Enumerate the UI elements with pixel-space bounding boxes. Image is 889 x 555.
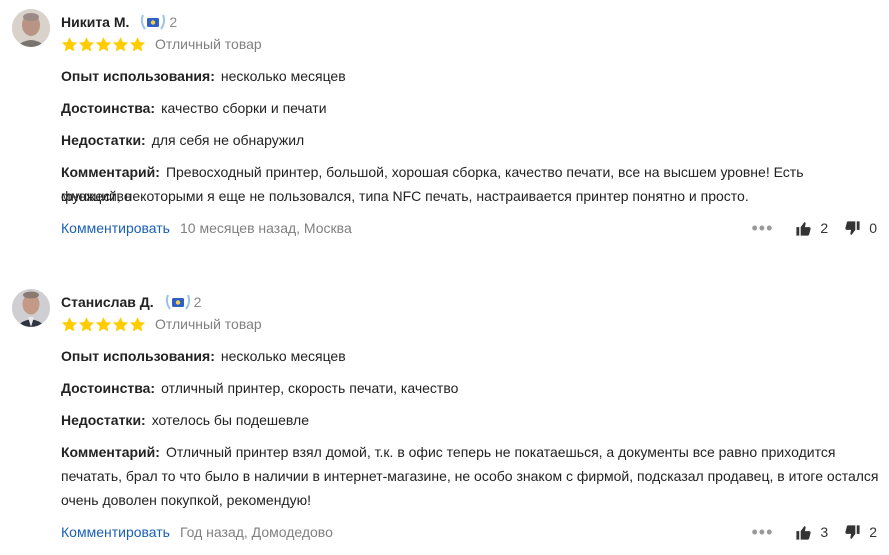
star-rating bbox=[61, 36, 146, 53]
comment-text: Отличный принтер взял домой, т.к. в офис… bbox=[165, 444, 836, 460]
author-row: Никита М. 2 bbox=[61, 12, 177, 32]
level-number: 2 bbox=[169, 14, 178, 30]
comment-label: Комментарий: bbox=[61, 164, 160, 180]
review-footer: Комментировать 10 месяцев назад, Москва … bbox=[61, 218, 877, 238]
like-button[interactable]: 2 bbox=[795, 220, 828, 237]
date-place: Год назад, Домодедово bbox=[179, 524, 333, 540]
experience-line: Опыт использования: несколько месяцев bbox=[61, 64, 877, 88]
comment-line: печатать, брал то что было в наличии в и… bbox=[61, 464, 879, 488]
avatar[interactable] bbox=[12, 289, 50, 327]
pros-value: качество сборки и печати bbox=[161, 100, 327, 116]
author-row: Станислав Д. 2 bbox=[61, 292, 201, 312]
star-icon bbox=[112, 316, 129, 332]
comment-button[interactable]: Комментировать bbox=[61, 524, 170, 540]
pros-label: Достоинства: bbox=[61, 380, 156, 396]
thumb-up-icon bbox=[796, 221, 812, 236]
star-icon bbox=[112, 36, 129, 52]
vote-actions: ••• 3 2 bbox=[752, 522, 878, 542]
rating-row: Отличный товар bbox=[61, 35, 262, 53]
experience-label: Опыт использования: bbox=[61, 348, 215, 364]
experience-value: несколько месяцев bbox=[220, 68, 346, 84]
star-icon bbox=[78, 36, 95, 52]
comment-text: печатать, брал то что было в наличии в и… bbox=[61, 468, 879, 484]
verdict: Отличный товар bbox=[155, 316, 262, 332]
pros-value: отличный принтер, скорость печати, качес… bbox=[161, 380, 459, 396]
star-icon bbox=[95, 36, 112, 52]
experience-line: Опыт использования: несколько месяцев bbox=[61, 344, 877, 368]
rating-row: Отличный товар bbox=[61, 315, 262, 333]
more-dots-icon[interactable]: ••• bbox=[752, 522, 774, 542]
dislike-count: 0 bbox=[869, 220, 877, 236]
dislike-button[interactable]: 2 bbox=[844, 524, 877, 541]
star-icon bbox=[95, 316, 112, 332]
like-button[interactable]: 3 bbox=[795, 524, 828, 541]
like-count: 3 bbox=[820, 524, 829, 540]
like-count: 2 bbox=[820, 220, 829, 236]
comment-button[interactable]: Комментировать bbox=[61, 220, 170, 236]
comment-line: Комментарий: Отличный принтер взял домой,… bbox=[61, 440, 877, 464]
author-name[interactable]: Станислав Д. bbox=[61, 294, 154, 310]
comment-line: функций, некоторыми я еще не пользовался… bbox=[61, 184, 877, 208]
laurel-badge-icon bbox=[164, 293, 192, 311]
author-name[interactable]: Никита М. bbox=[61, 14, 129, 30]
thumb-up-icon bbox=[796, 525, 812, 540]
comment-label: Комментарий: bbox=[61, 444, 160, 460]
cons-label: Недостатки: bbox=[61, 132, 146, 148]
laurel-badge-icon bbox=[139, 13, 167, 31]
comment-line: очень доволен покупкой, рекомендую! bbox=[61, 488, 877, 512]
date-place: 10 месяцев назад, Москва bbox=[179, 220, 352, 236]
pros-line: Достоинства: отличный принтер, скорость п… bbox=[61, 376, 877, 400]
cons-line: Недостатки: для себя не обнаружил bbox=[61, 128, 877, 152]
thumb-down-icon bbox=[845, 524, 860, 539]
star-icon bbox=[61, 36, 78, 52]
verdict: Отличный товар bbox=[155, 36, 262, 52]
cons-value: хотелось бы подешевле bbox=[151, 412, 309, 428]
star-icon bbox=[61, 316, 78, 332]
star-rating bbox=[61, 316, 146, 333]
dislike-button[interactable]: 0 bbox=[844, 220, 877, 237]
comment-text: очень доволен покупкой, рекомендую! bbox=[61, 492, 312, 508]
experience-value: несколько месяцев bbox=[220, 348, 346, 364]
level-number: 2 bbox=[193, 294, 202, 310]
star-icon bbox=[78, 316, 95, 332]
star-icon bbox=[129, 36, 146, 52]
cons-line: Недостатки: хотелось бы подешевле bbox=[61, 408, 877, 432]
pros-label: Достоинства: bbox=[61, 100, 156, 116]
cons-value: для себя не обнаружил bbox=[151, 132, 305, 148]
vote-actions: ••• 2 0 bbox=[752, 218, 878, 238]
avatar-photo bbox=[12, 9, 50, 47]
cons-label: Недостатки: bbox=[61, 412, 146, 428]
more-dots-icon[interactable]: ••• bbox=[752, 218, 774, 238]
star-icon bbox=[129, 316, 146, 332]
comment-text: функций, некоторыми я еще не пользовался… bbox=[61, 188, 749, 204]
avatar[interactable] bbox=[12, 9, 50, 47]
experience-label: Опыт использования: bbox=[61, 68, 215, 84]
dislike-count: 2 bbox=[869, 524, 877, 540]
review-footer: Комментировать Год назад, Домодедово •••… bbox=[61, 522, 877, 542]
pros-line: Достоинства: качество сборки и печати bbox=[61, 96, 877, 120]
avatar-photo bbox=[12, 289, 50, 327]
thumb-down-icon bbox=[845, 220, 860, 235]
